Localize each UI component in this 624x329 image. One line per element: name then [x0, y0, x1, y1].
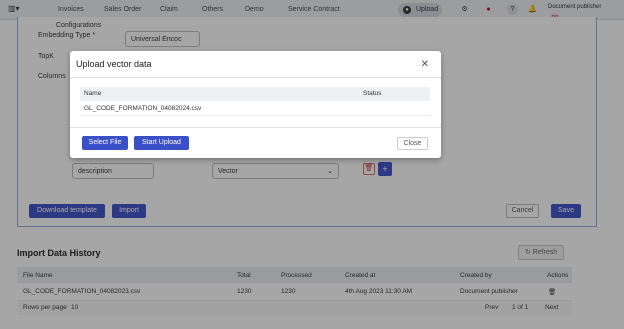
upload-vector-data-modal: Upload vector data ✕ Name Status GL_CODE…	[70, 51, 441, 158]
column-header-name: Name	[84, 90, 102, 97]
modal-title: Upload vector data	[76, 59, 152, 69]
start-upload-button[interactable]: Start Upload	[134, 136, 189, 150]
select-file-button[interactable]: Select File	[82, 136, 128, 150]
table-row: GL_CODE_FORMATION_04082024.csv	[80, 101, 430, 116]
close-button[interactable]: Close	[397, 137, 428, 150]
divider	[70, 77, 441, 78]
upload-file-table: Name Status GL_CODE_FORMATION_04082024.c…	[80, 87, 430, 116]
column-header-status: Status	[363, 90, 382, 97]
modal-backdrop[interactable]	[0, 0, 624, 329]
table-header: Name Status	[80, 87, 430, 101]
divider	[70, 127, 441, 128]
file-name: GL_CODE_FORMATION_04082024.csv	[84, 105, 202, 112]
close-icon[interactable]: ✕	[421, 59, 429, 70]
